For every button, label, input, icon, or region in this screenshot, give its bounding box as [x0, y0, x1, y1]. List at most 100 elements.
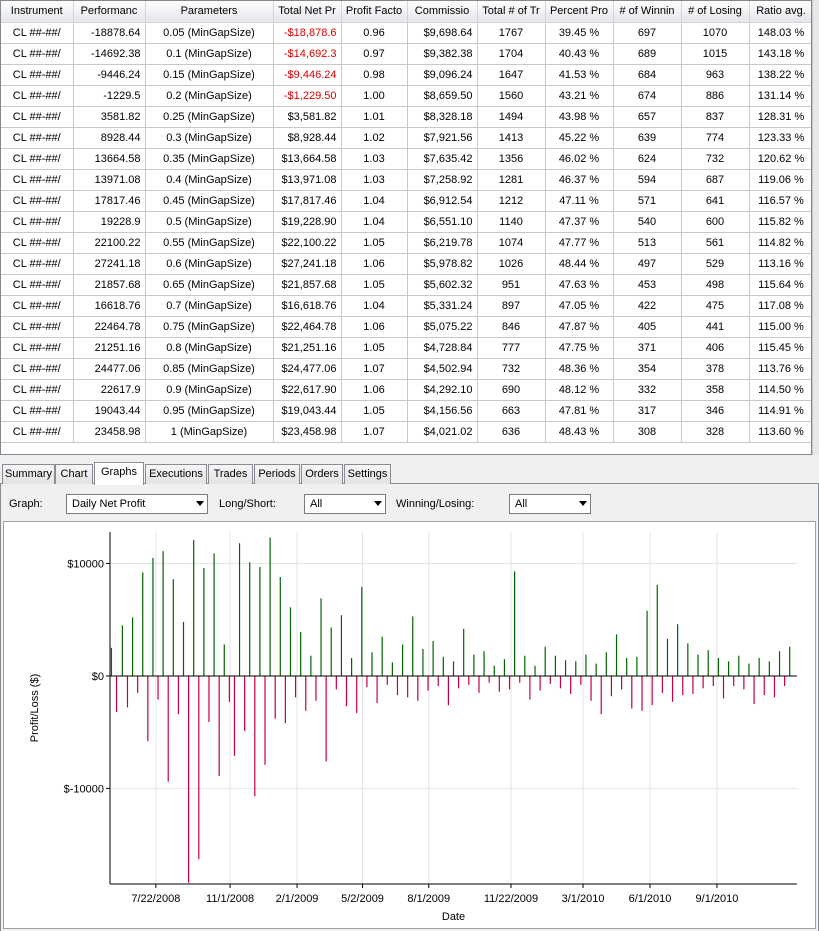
table-row[interactable]: CL ##-##/-14692.38 0.1 (MinGapSize) -$14,6…: [1, 43, 811, 65]
x-tick-label: 6/1/2010: [629, 893, 672, 905]
table-row[interactable]: CL ##-##/21857.68 0.65 (MinGapSize) $21,85…: [1, 274, 811, 296]
table-cell: 47.77 %: [545, 232, 614, 254]
table-cell: 513: [613, 232, 682, 254]
grid-vertical-scrollbar[interactable]: [812, 0, 819, 455]
tab-executions[interactable]: Executions: [145, 464, 207, 484]
column-header[interactable]: Performanc: [73, 1, 146, 23]
table-row[interactable]: CL ##-##/16618.76 0.7 (MinGapSize) $16,618…: [1, 295, 811, 317]
column-header[interactable]: Commissio: [407, 1, 478, 23]
long-short-dropdown[interactable]: All: [304, 494, 386, 514]
graph-type-dropdown[interactable]: Daily Net Profit: [66, 494, 208, 514]
table-cell: 1.04: [341, 211, 408, 233]
table-cell: 47.87 %: [545, 316, 614, 338]
table-cell: 422: [613, 295, 682, 317]
table-cell: 497: [613, 253, 682, 275]
tab-settings[interactable]: Settings: [344, 464, 391, 484]
table-cell: $4,292.10: [407, 379, 478, 401]
table-cell: 47.81 %: [545, 400, 614, 422]
tab-periods[interactable]: Periods: [254, 464, 300, 484]
table-row[interactable]: CL ##-##/13664.58 0.35 (MinGapSize) $13,66…: [1, 148, 811, 170]
table-row[interactable]: CL ##-##/24477.06 0.85 (MinGapSize) $24,47…: [1, 358, 811, 380]
table-cell: $9,096.24: [407, 64, 478, 86]
table-row[interactable]: CL ##-##/17817.46 0.45 (MinGapSize) $17,81…: [1, 190, 811, 212]
table-cell: 39.45 %: [545, 22, 614, 44]
table-cell: 13971.08: [73, 169, 146, 191]
column-header[interactable]: Percent Pro: [545, 1, 614, 23]
column-header[interactable]: # of Losing: [681, 1, 750, 23]
winning-losing-dropdown[interactable]: All: [509, 494, 591, 514]
table-row[interactable]: CL ##-##/19228.9 0.5 (MinGapSize) $19,228.…: [1, 211, 811, 233]
table-cell: $5,075.22: [407, 316, 478, 338]
table-cell: 0.6 (MinGapSize): [145, 253, 274, 275]
column-header[interactable]: Profit Facto: [341, 1, 408, 23]
table-row[interactable]: CL ##-##/8928.44 0.3 (MinGapSize) $8,928.4…: [1, 127, 811, 149]
table-cell: 0.1 (MinGapSize): [145, 43, 274, 65]
table-cell: 594: [613, 169, 682, 191]
column-header[interactable]: Instrument: [1, 1, 74, 23]
table-cell: 119.06 %: [749, 169, 811, 191]
table-cell: $6,219.78: [407, 232, 478, 254]
tab-trades[interactable]: Trades: [208, 464, 253, 484]
tab-summary[interactable]: Summary: [2, 464, 55, 484]
table-cell: $4,502.94: [407, 358, 478, 380]
table-cell: $23,458.98: [273, 421, 342, 443]
table-cell: 1.05: [341, 232, 408, 254]
tab-orders[interactable]: Orders: [301, 464, 343, 484]
x-tick-label: 8/1/2009: [407, 893, 450, 905]
table-cell: -$9,446.24: [273, 64, 342, 86]
column-header[interactable]: Total # of Tr: [477, 1, 546, 23]
table-row[interactable]: CL ##-##/21251.16 0.8 (MinGapSize) $21,251…: [1, 337, 811, 359]
column-header[interactable]: Ratio avg.: [749, 1, 811, 23]
tab-chart[interactable]: Chart: [55, 464, 93, 484]
chart-bars: [110, 537, 791, 883]
table-cell: CL ##-##/: [1, 358, 74, 380]
table-cell: 0.7 (MinGapSize): [145, 295, 274, 317]
table-cell: 21251.16: [73, 337, 146, 359]
table-cell: 354: [613, 358, 682, 380]
table-row[interactable]: CL ##-##/22100.22 0.55 (MinGapSize) $22,10…: [1, 232, 811, 254]
table-cell: $17,817.46: [273, 190, 342, 212]
table-cell: 1494: [477, 106, 546, 128]
optimizer-results-grid[interactable]: Instrument Performanc Parameters Total Net …: [0, 0, 812, 455]
table-row[interactable]: CL ##-##/19043.44 0.95 (MinGapSize) $19,04…: [1, 400, 811, 422]
table-row[interactable]: CL ##-##/-18878.64 0.05 (MinGapSize) -$18,…: [1, 22, 811, 44]
table-row[interactable]: CL ##-##/13971.08 0.4 (MinGapSize) $13,971…: [1, 169, 811, 191]
table-cell: 663: [477, 400, 546, 422]
table-cell: 1.05: [341, 274, 408, 296]
table-row[interactable]: CL ##-##/-9446.24 0.15 (MinGapSize) -$9,44…: [1, 64, 811, 86]
table-row[interactable]: CL ##-##/23458.98 1 (MinGapSize) $23,458.9…: [1, 421, 811, 443]
table-cell: 328: [681, 421, 750, 443]
table-cell: 732: [681, 148, 750, 170]
table-row[interactable]: CL ##-##/-1229.5 0.2 (MinGapSize) -$1,229.…: [1, 85, 811, 107]
column-header[interactable]: # of Winnin: [613, 1, 682, 23]
table-row[interactable]: CL ##-##/3581.82 0.25 (MinGapSize) $3,581.…: [1, 106, 811, 128]
table-cell: 148.03 %: [749, 22, 811, 44]
table-cell: 732: [477, 358, 546, 380]
x-tick-label: 9/1/2010: [696, 893, 739, 905]
table-cell: -18878.64: [73, 22, 146, 44]
column-header[interactable]: Total Net Pr: [273, 1, 342, 23]
table-cell: 317: [613, 400, 682, 422]
column-header[interactable]: Parameters: [145, 1, 274, 23]
table-row[interactable]: CL ##-##/22464.78 0.75 (MinGapSize) $22,46…: [1, 316, 811, 338]
table-row[interactable]: CL ##-##/27241.18 0.6 (MinGapSize) $27,241…: [1, 253, 811, 275]
table-cell: CL ##-##/: [1, 64, 74, 86]
table-row[interactable]: CL ##-##/22617.9 0.9 (MinGapSize) $22,617.…: [1, 379, 811, 401]
table-cell: 1074: [477, 232, 546, 254]
long-short-value: All: [310, 498, 323, 510]
tab-graphs[interactable]: Graphs: [94, 462, 144, 485]
table-cell: 1281: [477, 169, 546, 191]
results-table: Instrument Performanc Parameters Total Net …: [1, 1, 811, 443]
table-cell: 639: [613, 127, 682, 149]
table-cell: -1229.5: [73, 85, 146, 107]
table-cell: 475: [681, 295, 750, 317]
table-cell: 0.65 (MinGapSize): [145, 274, 274, 296]
table-cell: 43.21 %: [545, 85, 614, 107]
table-cell: $5,331.24: [407, 295, 478, 317]
table-cell: $6,912.54: [407, 190, 478, 212]
table-cell: $7,635.42: [407, 148, 478, 170]
table-cell: $4,156.56: [407, 400, 478, 422]
table-cell: 117.08 %: [749, 295, 811, 317]
daily-net-profit-chart[interactable]: $10000 $0 $-10000 7/22/2008 11/1/2008 2/1/200…: [3, 521, 816, 929]
table-cell: 697: [613, 22, 682, 44]
